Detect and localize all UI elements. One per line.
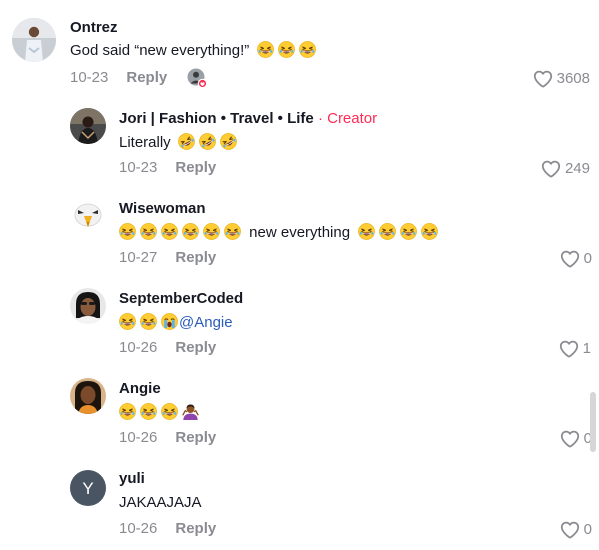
- comment-text: God said “new everything!”: [70, 41, 320, 61]
- loudly-crying-face-icon: [161, 313, 178, 330]
- user-avatar[interactable]: [70, 108, 106, 144]
- grinning-squinting-face-icon: [140, 403, 157, 420]
- comment-text-content: JAKAAJAJA: [119, 494, 202, 511]
- heart-icon: [532, 68, 554, 90]
- comment-username-text[interactable]: Jori | Fashion • Travel • Life: [119, 110, 314, 127]
- comment-item: Jori | Fashion • Travel • Life · Creator…: [0, 100, 599, 186]
- creator-liked-avatar-icon: [187, 68, 208, 89]
- comment-date: 10-26: [119, 429, 158, 446]
- person-avatar-icon: [12, 18, 56, 62]
- like-button[interactable]: 249: [540, 158, 590, 180]
- reply-button[interactable]: Reply: [175, 339, 216, 356]
- comment-item: Ontrez God said “new everything!” 10-23 R…: [0, 0, 599, 95]
- comment-meta: 10-23 Reply: [119, 159, 216, 177]
- user-avatar[interactable]: [70, 198, 106, 234]
- heart-icon: [540, 158, 562, 180]
- comment-username[interactable]: Angie: [119, 380, 161, 398]
- heart-icon: [559, 428, 581, 450]
- like-count: 249: [564, 160, 590, 177]
- comment-item: SeptemberCoded @Angie 10-26 Reply 1: [0, 280, 599, 366]
- grinning-squinting-face-icon: [161, 223, 178, 240]
- comment-meta: 10-26 Reply: [119, 520, 216, 538]
- rolling-on-floor-laughing-icon: [199, 133, 216, 150]
- grinning-squinting-face-icon: [203, 223, 220, 240]
- comment-meta: 10-27 Reply: [119, 249, 216, 267]
- grinning-squinting-face-icon: [421, 223, 438, 240]
- comment-text: [119, 403, 203, 423]
- comment-text-content: new everything: [249, 224, 351, 241]
- rolling-on-floor-laughing-icon: [220, 133, 237, 150]
- grinning-squinting-face-icon: [140, 223, 157, 240]
- grinning-squinting-face-icon: [161, 403, 178, 420]
- comment-date: 10-26: [119, 339, 158, 356]
- heart-icon: [559, 248, 581, 270]
- person-shrugging-icon: [182, 403, 199, 420]
- user-avatar[interactable]: [70, 288, 106, 324]
- grinning-squinting-face-icon: [182, 223, 199, 240]
- grinning-squinting-face-icon: [119, 403, 136, 420]
- person-avatar-icon: [70, 288, 106, 324]
- comment-username[interactable]: yuli: [119, 470, 145, 488]
- avatar-letter: Y: [82, 478, 94, 498]
- grinning-squinting-face-icon: [140, 313, 157, 330]
- comment-username[interactable]: SeptemberCoded: [119, 290, 243, 308]
- user-avatar[interactable]: [12, 18, 56, 62]
- comment-date: 10-26: [119, 520, 158, 537]
- like-button[interactable]: 1: [558, 338, 591, 360]
- comment-meta: 10-26 Reply: [119, 429, 216, 447]
- like-count: 0: [583, 250, 592, 267]
- grinning-squinting-face-icon: [119, 313, 136, 330]
- like-button[interactable]: 3608: [532, 68, 590, 90]
- user-avatar[interactable]: Y: [70, 470, 106, 506]
- like-button[interactable]: 0: [559, 248, 592, 270]
- scrollbar-thumb[interactable]: [590, 392, 596, 452]
- reply-button[interactable]: Reply: [175, 520, 216, 537]
- comment-text: @Angie: [119, 313, 233, 333]
- rolling-on-floor-laughing-icon: [178, 133, 195, 150]
- comment-meta: 10-26 Reply: [119, 339, 216, 357]
- reply-button[interactable]: Reply: [175, 159, 216, 176]
- comment-item: Wisewoman new everything 10-27 Reply 0: [0, 190, 599, 276]
- grinning-squinting-face-icon: [119, 223, 136, 240]
- creator-separator: ·: [317, 110, 323, 127]
- comment-text: Literally: [119, 133, 241, 153]
- reply-button[interactable]: Reply: [126, 69, 167, 86]
- grinning-squinting-face-icon: [379, 223, 396, 240]
- comment-text: new everything: [119, 223, 442, 243]
- eagle-avatar-icon: [70, 198, 106, 234]
- person-avatar-icon: [70, 378, 106, 414]
- like-button[interactable]: 0: [559, 519, 592, 541]
- comment-username[interactable]: Ontrez: [70, 19, 118, 37]
- person-avatar-icon: [70, 108, 106, 144]
- grinning-squinting-face-icon: [358, 223, 375, 240]
- heart-icon: [558, 338, 580, 360]
- comment-meta: 10-23 Reply: [70, 69, 167, 87]
- comment-text: JAKAAJAJA: [119, 493, 202, 513]
- grinning-squinting-face-icon: [299, 41, 316, 58]
- like-button[interactable]: 0: [559, 428, 592, 450]
- comment-item: Angie 10-26 Reply 0: [0, 370, 599, 456]
- reply-button[interactable]: Reply: [175, 429, 216, 446]
- grinning-squinting-face-icon: [400, 223, 417, 240]
- grinning-squinting-face-icon: [257, 41, 274, 58]
- heart-icon: [559, 519, 581, 541]
- comment-text-content: Literally: [119, 134, 171, 151]
- comment-date: 10-23: [119, 159, 158, 176]
- comment-username: Jori | Fashion • Travel • Life · Creator: [119, 110, 377, 128]
- user-avatar[interactable]: [70, 378, 106, 414]
- comment-date: 10-23: [70, 69, 109, 86]
- grinning-squinting-face-icon: [224, 223, 241, 240]
- like-count: 0: [583, 521, 592, 538]
- comment-text-content: God said “new everything!”: [70, 42, 250, 59]
- grinning-squinting-face-icon: [278, 41, 295, 58]
- comment-username[interactable]: Wisewoman: [119, 200, 206, 218]
- like-count: 1: [582, 340, 591, 357]
- creator-badge: Creator: [327, 110, 378, 127]
- mention-link[interactable]: @Angie: [179, 314, 233, 331]
- like-count: 3608: [556, 70, 590, 87]
- comment-date: 10-27: [119, 249, 158, 266]
- comment-item: Y yuli JAKAAJAJA 10-26 Reply 0: [0, 460, 599, 550]
- reply-button[interactable]: Reply: [175, 249, 216, 266]
